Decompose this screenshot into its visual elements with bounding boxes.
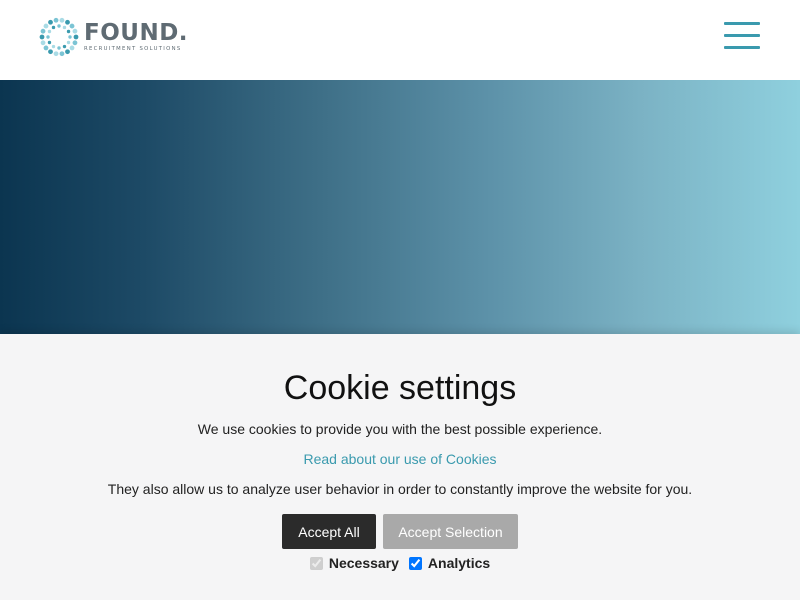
logo-dot [69, 23, 75, 29]
logo-dot [53, 51, 59, 57]
hamburger-menu-icon[interactable] [724, 22, 760, 50]
logo-dot [40, 28, 46, 34]
menu-bar [724, 46, 760, 49]
logo-dot [43, 23, 49, 29]
menu-bar [724, 34, 760, 37]
analytics-option[interactable]: Analytics [408, 555, 491, 571]
logo-dot [72, 28, 78, 34]
logo-dot [53, 17, 59, 23]
logo-dot [65, 19, 70, 25]
logo-dot [47, 29, 52, 34]
cookie-policy-link[interactable]: Read about our use of Cookies [0, 451, 800, 467]
logo-dot [39, 34, 45, 40]
logo-dot [57, 24, 61, 28]
logo-dot [66, 40, 71, 45]
dotted-circle-logo-icon [39, 17, 79, 57]
site-header: FOUND. RECRUITMENT SOLUTIONS [0, 0, 800, 80]
logo-name: FOUND. [84, 20, 189, 46]
cookie-settings-panel: Cookie settings We use cookies to provid… [0, 334, 800, 600]
logo-dot [46, 35, 50, 39]
analytics-label: Analytics [427, 555, 491, 571]
logo-dot [69, 45, 75, 51]
logo-dot [62, 25, 67, 30]
logo-dot [48, 19, 53, 25]
necessary-checkbox[interactable] [309, 556, 323, 570]
necessary-label: Necessary [328, 555, 399, 571]
logo-dot [72, 40, 78, 46]
logo-dot [40, 40, 46, 46]
cookie-options: Necessary Analytics [0, 555, 800, 571]
logo-dot [73, 34, 79, 40]
logo-tagline: RECRUITMENT SOLUTIONS [84, 46, 182, 52]
accept-all-button[interactable]: Accept All [282, 514, 376, 549]
logo-dot [59, 17, 65, 23]
logo-dot [66, 29, 71, 34]
analytics-checkbox[interactable] [408, 556, 422, 570]
logo-dot [65, 49, 70, 55]
logo-dot [47, 40, 52, 45]
accept-selection-button[interactable]: Accept Selection [383, 514, 518, 549]
logo-dot [62, 44, 67, 49]
logo-dot [51, 44, 56, 49]
site-logo[interactable]: FOUND. RECRUITMENT SOLUTIONS [38, 15, 198, 59]
logo-dot [48, 49, 53, 55]
necessary-option[interactable]: Necessary [309, 555, 399, 571]
cookie-analytics-description: They also allow us to analyze user behav… [107, 481, 693, 497]
logo-dot [57, 46, 61, 50]
hero-banner [0, 80, 800, 342]
cookie-description: We use cookies to provide you with the b… [197, 421, 603, 437]
logo-dot [43, 45, 49, 51]
logo-text: FOUND. RECRUITMENT SOLUTIONS [84, 21, 188, 53]
logo-dot [68, 35, 72, 39]
menu-bar [724, 22, 760, 25]
logo-dot [51, 25, 56, 30]
logo-dot [59, 51, 65, 57]
cookie-title: Cookie settings [283, 369, 517, 407]
